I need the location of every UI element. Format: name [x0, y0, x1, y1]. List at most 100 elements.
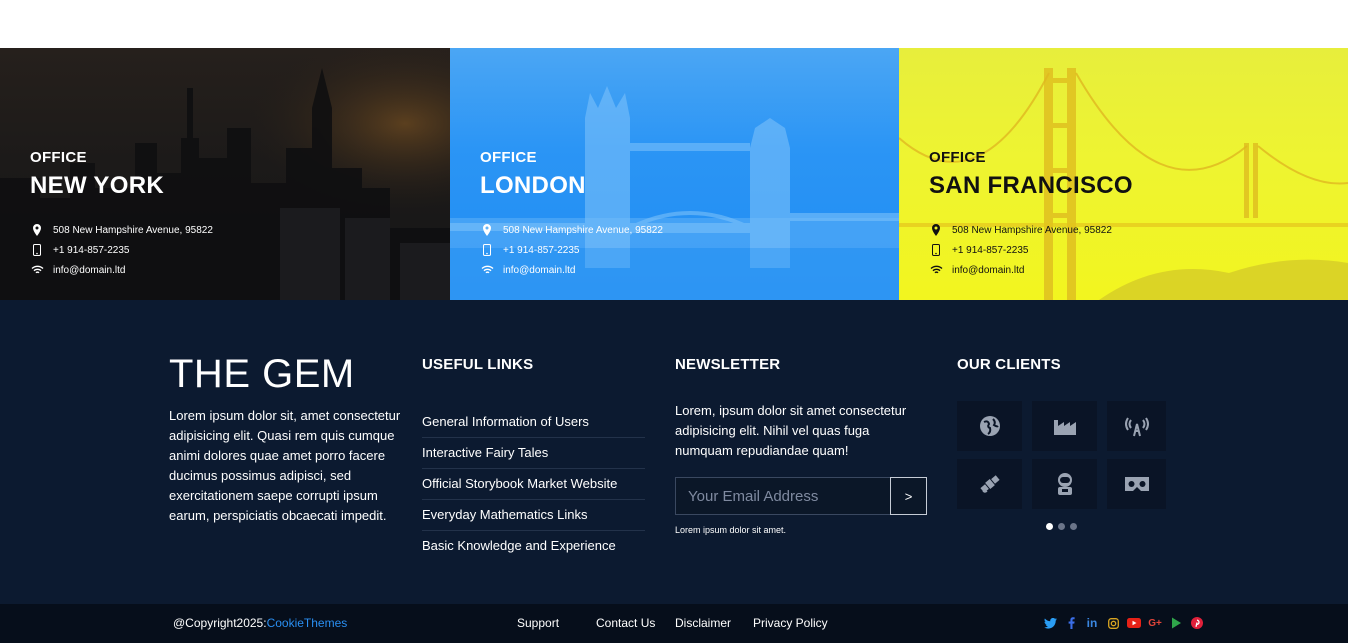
office-kicker: OFFICE	[929, 149, 986, 166]
office-email[interactable]: info@domain.ltd	[53, 265, 125, 276]
office-card-london: OFFICE LONDON 508 New Hampshire Avenue, …	[450, 48, 899, 300]
office-address-row: 508 New Hampshire Avenue, 95822	[30, 220, 213, 240]
useful-links-list: General Information of Users Interactive…	[422, 407, 645, 562]
office-city: SAN FRANCISCO	[929, 172, 1133, 199]
useful-link[interactable]: General Information of Users	[422, 407, 645, 438]
office-phone[interactable]: +1 914-857-2235	[503, 245, 579, 256]
copyright: @Copyright2025:CookieThemes	[173, 616, 347, 630]
newsletter-email-input[interactable]	[675, 477, 890, 515]
office-email-row: info@domain.ltd	[480, 260, 663, 280]
mobile-phone-icon	[480, 243, 494, 257]
useful-link[interactable]: Basic Knowledge and Experience	[422, 531, 645, 562]
instagram-icon[interactable]	[1105, 615, 1121, 631]
social-links: in G+	[1042, 615, 1205, 631]
facebook-icon[interactable]	[1063, 615, 1079, 631]
office-city: NEW YORK	[30, 172, 164, 199]
newsletter-description: Lorem, ipsum dolor sit amet consectetur …	[675, 403, 907, 458]
carousel-dot-active[interactable]	[1045, 523, 1053, 530]
brand-description: Lorem ipsum dolor sit, amet consectetur …	[169, 408, 401, 523]
brand-logo-text[interactable]: THE GEM	[169, 352, 409, 396]
satellite-icon	[979, 475, 1000, 493]
footer-brand: THE GEM Lorem ipsum dolor sit, amet cons…	[169, 352, 409, 526]
office-email-row: info@domain.ltd	[30, 260, 213, 280]
factory-icon	[1053, 420, 1076, 435]
vr-headset-icon	[1124, 477, 1149, 491]
clients-title: OUR CLIENTS	[957, 356, 1061, 373]
carousel-dots	[957, 523, 1165, 530]
footer: THE GEM Lorem ipsum dolor sit, amet cons…	[0, 300, 1348, 604]
linkedin-icon[interactable]: in	[1084, 615, 1100, 631]
map-pin-icon	[30, 223, 44, 237]
footer-nav-contact[interactable]: Contact Us	[596, 616, 655, 630]
google-plus-icon[interactable]: G+	[1147, 615, 1163, 631]
office-email[interactable]: info@domain.ltd	[503, 265, 575, 276]
office-email-row: info@domain.ltd	[929, 260, 1133, 280]
office-kicker: OFFICE	[480, 149, 537, 166]
office-info: 508 New Hampshire Avenue, 95822 +1 914-8…	[480, 220, 663, 280]
useful-links-title: USEFUL LINKS	[422, 356, 534, 373]
office-address: 508 New Hampshire Avenue, 95822	[503, 224, 663, 236]
bottom-bar: @Copyright2025:CookieThemes Support Cont…	[0, 604, 1348, 643]
newsletter-submit-button[interactable]: >	[890, 477, 927, 515]
map-pin-icon	[929, 223, 943, 237]
footer-nav-support[interactable]: Support	[517, 616, 559, 630]
office-address: 508 New Hampshire Avenue, 95822	[53, 224, 213, 236]
office-phone[interactable]: +1 914-857-2235	[53, 245, 129, 256]
office-address-row: 508 New Hampshire Avenue, 95822	[480, 220, 663, 240]
top-blank-strip	[0, 0, 1348, 48]
page: OFFICE NEW YORK 508 New Hampshire Avenue…	[0, 0, 1348, 643]
play-store-icon[interactable]	[1168, 615, 1184, 631]
youtube-icon[interactable]	[1126, 615, 1142, 631]
newsletter-form: >	[675, 477, 927, 515]
office-phone-row: +1 914-857-2235	[480, 240, 663, 260]
office-content-san-francisco: OFFICE SAN FRANCISCO 508 New Hampshire A…	[929, 149, 1133, 280]
twitter-icon[interactable]	[1042, 615, 1058, 631]
newsletter-note: Lorem ipsum dolor sit amet.	[675, 525, 787, 535]
client-logo[interactable]	[957, 459, 1022, 509]
useful-link[interactable]: Interactive Fairy Tales	[422, 438, 645, 469]
client-logo[interactable]	[1032, 459, 1097, 509]
carousel-dot[interactable]	[1069, 523, 1077, 530]
carousel-dot[interactable]	[1057, 523, 1065, 530]
useful-links-column: USEFUL LINKS General Information of User…	[422, 356, 645, 562]
office-city: LONDON	[480, 172, 586, 199]
office-phone-row: +1 914-857-2235	[30, 240, 213, 260]
copyright-link[interactable]: CookieThemes	[267, 616, 348, 630]
client-logo[interactable]	[1107, 459, 1166, 509]
office-card-new-york: OFFICE NEW YORK 508 New Hampshire Avenue…	[0, 48, 450, 300]
useful-link[interactable]: Everyday Mathematics Links	[422, 500, 645, 531]
mobile-phone-icon	[929, 243, 943, 257]
pinterest-icon[interactable]	[1189, 615, 1205, 631]
wifi-icon	[30, 263, 44, 277]
office-info: 508 New Hampshire Avenue, 95822 +1 914-8…	[30, 220, 213, 280]
clients-grid	[957, 401, 1167, 509]
broadcast-icon	[1124, 417, 1149, 437]
copyright-prefix: @Copyright2025:	[173, 616, 267, 630]
clients-column: OUR CLIENTS	[957, 356, 1167, 530]
useful-link[interactable]: Official Storybook Market Website	[422, 469, 645, 500]
office-content-london: OFFICE LONDON 508 New Hampshire Avenue, …	[480, 149, 663, 280]
client-logo[interactable]	[1032, 401, 1097, 451]
astronaut-icon	[1057, 473, 1072, 495]
office-email[interactable]: info@domain.ltd	[952, 265, 1024, 276]
globe-icon	[979, 416, 1000, 436]
wifi-icon	[480, 263, 494, 277]
client-logo[interactable]	[957, 401, 1022, 451]
footer-nav-privacy[interactable]: Privacy Policy	[753, 616, 828, 630]
client-logo[interactable]	[1107, 401, 1166, 451]
newsletter-column: NEWSLETTER Lorem, ipsum dolor sit amet c…	[675, 356, 927, 535]
footer-nav-disclaimer[interactable]: Disclaimer	[675, 616, 731, 630]
wifi-icon	[929, 263, 943, 277]
office-address: 508 New Hampshire Avenue, 95822	[952, 224, 1112, 236]
office-address-row: 508 New Hampshire Avenue, 95822	[929, 220, 1133, 240]
newsletter-title: NEWSLETTER	[675, 356, 781, 373]
offices-section: OFFICE NEW YORK 508 New Hampshire Avenue…	[0, 48, 1348, 300]
office-card-san-francisco: OFFICE SAN FRANCISCO 508 New Hampshire A…	[899, 48, 1348, 300]
office-kicker: OFFICE	[30, 149, 87, 166]
office-info: 508 New Hampshire Avenue, 95822 +1 914-8…	[929, 220, 1133, 280]
office-phone[interactable]: +1 914-857-2235	[952, 245, 1028, 256]
mobile-phone-icon	[30, 243, 44, 257]
office-phone-row: +1 914-857-2235	[929, 240, 1133, 260]
office-content-new-york: OFFICE NEW YORK 508 New Hampshire Avenue…	[30, 149, 213, 280]
map-pin-icon	[480, 223, 494, 237]
